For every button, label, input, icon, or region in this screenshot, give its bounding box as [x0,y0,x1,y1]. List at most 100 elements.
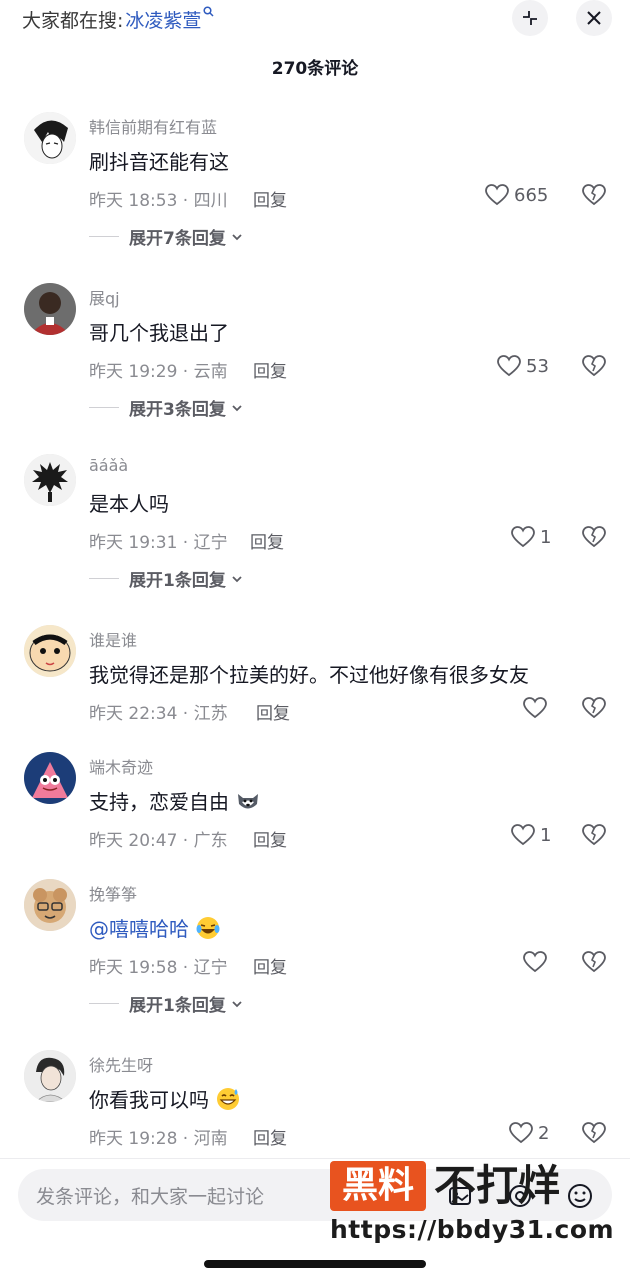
broken-heart-icon[interactable] [581,949,607,975]
chevron-down-icon [232,575,242,582]
sweat-smile-emoji-icon [217,1087,239,1110]
comment-text: 支持，恋爱自由 [89,786,261,815]
collapse-icon [523,11,537,25]
expand-replies-button[interactable]: 展开1条回复 [89,991,244,1016]
search-icon [203,6,214,21]
like-button[interactable]: 53 [496,353,549,379]
comment-item: 韩信前期有红有蓝 刷抖音还能有这 昨天 18:53 · 四川 回复 665 展开… [0,112,630,262]
search-suggestion[interactable]: 大家都在搜: 冰凌紫萱 [22,6,214,33]
comment-meta: 昨天 22:34 · 江苏 [89,704,228,724]
comment-text: 你看我可以吗 [89,1084,241,1113]
heart-icon [485,184,509,206]
divider [89,407,119,408]
reply-button[interactable]: 回复 [253,357,287,382]
comment-username[interactable]: 韩信前期有红有蓝 [89,114,217,138]
broken-heart-icon[interactable] [581,524,607,550]
expand-replies-button[interactable]: 展开7条回复 [89,224,244,249]
broken-heart-icon[interactable] [581,182,607,208]
home-indicator[interactable] [204,1260,426,1268]
heart-icon [497,355,521,377]
comment-username[interactable]: 端木奇迹 [89,754,153,778]
comment-meta: 昨天 19:31 · 辽宁 [89,533,228,553]
collapse-button[interactable] [512,0,548,36]
expand-replies-label: 展开1条回复 [129,571,226,591]
comment-meta: 昨天 19:29 · 云南 [89,362,228,382]
comment-text-body: 你看我可以吗 [89,1088,209,1112]
like-button[interactable]: 1 [510,822,551,848]
comment-username[interactable]: 展qj [89,285,120,309]
search-suggestion-prefix: 大家都在搜: [22,10,124,32]
watermark-title: 不打烊 [434,1161,561,1210]
reply-button[interactable]: 回复 [250,528,284,553]
expand-replies-button[interactable]: 展开3条回复 [89,395,244,420]
heart-icon [523,697,547,719]
avatar[interactable] [24,112,76,164]
comment-item: 挽筝筝 @嘻嘻哈哈 昨天 19:58 · 辽宁 回复 展开1条回复 [0,879,630,1029]
avatar[interactable] [24,283,76,335]
search-suggestion-keyword[interactable]: 冰凌紫萱 [125,6,201,33]
like-count: 1 [540,526,552,548]
like-button[interactable]: 665 [484,182,548,208]
watermark-url: https://bbdy31.com [330,1215,615,1244]
comment-item: 展qj 哥几个我退出了 昨天 19:29 · 云南 回复 53 展开3条回复 [0,283,630,433]
heart-icon [511,824,535,846]
broken-heart-icon[interactable] [581,1120,607,1146]
heart-icon [509,1122,533,1144]
comment-username[interactable]: 谁是谁 [89,627,137,651]
like-button[interactable]: 2 [508,1120,549,1146]
divider [89,1003,119,1004]
reply-button[interactable]: 回复 [253,953,287,978]
avatar[interactable] [24,752,76,804]
close-icon [587,11,601,25]
expand-replies-label: 展开1条回复 [129,996,226,1016]
heart-icon [523,951,547,973]
comment-item: 谁是谁 我觉得还是那个拉美的好。不过他好像有很多女友 昨天 22:34 · 江苏… [0,625,630,735]
avatar[interactable] [24,625,76,677]
avatar[interactable] [24,1050,76,1102]
chevron-down-icon [232,233,242,240]
reply-button[interactable]: 回复 [253,826,287,851]
top-bar: 大家都在搜: 冰凌紫萱 [0,0,630,40]
broken-heart-icon[interactable] [581,822,607,848]
expand-replies-button[interactable]: 展开1条回复 [89,566,244,591]
broken-heart-icon[interactable] [581,695,607,721]
comment-text-body: 支持，恋爱自由 [89,790,229,814]
comment-meta: 昨天 19:58 · 辽宁 [89,958,228,978]
husky-emoji-icon [238,793,258,808]
watermark: 黑料 不打烊 https://bbdy31.com [330,1159,620,1249]
like-button[interactable] [522,949,552,975]
divider [89,578,119,579]
like-count: 2 [538,1122,550,1144]
broken-heart-icon[interactable] [581,353,607,379]
reply-button[interactable]: 回复 [253,1124,287,1149]
reply-button[interactable]: 回复 [253,186,287,211]
comment-count-title: 270条评论 [271,59,359,79]
comment-text: @嘻嘻哈哈 [89,913,221,942]
close-button[interactable] [576,0,612,36]
reply-button[interactable]: 回复 [256,699,290,724]
like-count: 53 [526,355,549,377]
like-button[interactable] [522,695,552,721]
comment-text: 哥几个我退出了 [89,321,229,345]
comment-text: 是本人吗 [89,492,169,516]
comment-item: 徐先生呀 你看我可以吗 昨天 19:28 · 河南 回复 2 [0,1050,630,1155]
expand-replies-label: 展开7条回复 [129,229,226,249]
comment-meta: 昨天 19:28 · 河南 [89,1129,228,1149]
comment-meta: 昨天 18:53 · 四川 [89,191,228,211]
divider [89,236,119,237]
like-count: 1 [540,824,552,846]
like-count: 665 [514,184,549,206]
avatar[interactable] [24,879,76,931]
mention-link[interactable]: @嘻嘻哈哈 [89,913,189,942]
comment-item: 端木奇迹 支持，恋爱自由 昨天 20:47 · 广东 回复 1 [0,752,630,862]
expand-replies-label: 展开3条回复 [129,400,226,420]
comment-username[interactable]: 徐先生呀 [89,1052,153,1076]
comment-username[interactable]: 挽筝筝 [89,881,137,905]
like-button[interactable]: 1 [510,524,551,550]
heart-icon [511,526,535,548]
comment-input-placeholder: 发条评论，和大家一起讨论 [36,1186,265,1208]
comment-username[interactable]: āáǎà [89,456,128,475]
avatar[interactable] [24,454,76,506]
comment-meta: 昨天 20:47 · 广东 [89,831,228,851]
chevron-down-icon [232,1000,242,1007]
